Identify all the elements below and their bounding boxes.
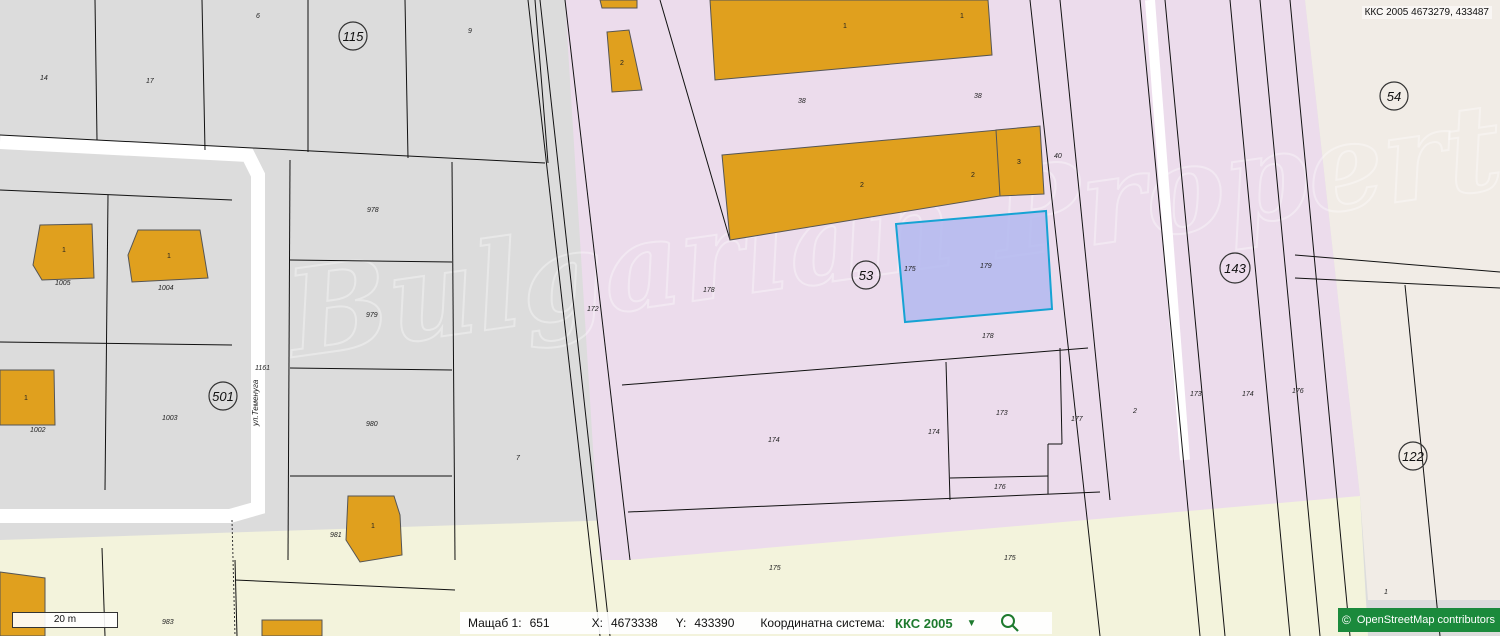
scale-bar-label: 20 m <box>53 614 77 625</box>
plot-label: 173 <box>996 410 1008 417</box>
x-value: 4673338 <box>610 616 658 630</box>
scale-bar: 20 m <box>12 612 118 628</box>
plot-label: 172 <box>587 306 599 313</box>
building-label: 1 <box>843 23 847 30</box>
scale-label: Мащаб 1: <box>468 616 522 630</box>
building-label: 1 <box>371 523 375 530</box>
y-label: Y: <box>675 616 687 630</box>
plot-label: 38 <box>798 98 806 105</box>
osm-attribution[interactable]: © OpenStreetMap contributors <box>1338 608 1500 632</box>
plot-label: 979 <box>366 312 378 319</box>
plot-label: 178 <box>703 287 715 294</box>
plot-label: 1161 <box>255 365 270 372</box>
building-label: 3 <box>1017 159 1021 166</box>
plot-label: 2 <box>1132 408 1137 415</box>
quarter-54-label: 54 <box>1387 89 1401 104</box>
building-label: 1 <box>24 395 28 402</box>
quarter-53-label: 53 <box>859 268 874 283</box>
plot-label: 1004 <box>158 285 174 292</box>
x-label: X: <box>591 616 603 630</box>
cadastral-map[interactable]: Bulgarian Properties 115 54 53 143 501 1… <box>0 0 1500 636</box>
quarter-143-label: 143 <box>1224 261 1246 276</box>
plot-label: 14 <box>40 75 48 82</box>
plot-label: 980 <box>366 421 378 428</box>
plot-label: 178 <box>982 333 994 340</box>
building-label: 1 <box>62 247 66 254</box>
quarter-122-label: 122 <box>1402 449 1424 464</box>
coordinate-system-label: Координатна система: <box>760 616 886 630</box>
scale-value: 651 <box>529 616 550 630</box>
status-bar: Мащаб 1: 651 X: 4673338 Y: 433390 Коорди… <box>460 612 1052 634</box>
triangle-down-icon[interactable]: ▼ <box>967 618 977 629</box>
building-label: 1 <box>960 13 964 20</box>
plot-label: 176 <box>994 484 1006 491</box>
plot-label: 174 <box>1242 391 1254 398</box>
attribution-text[interactable]: OpenStreetMap contributors <box>1357 614 1495 626</box>
magnifier-icon[interactable] <box>999 612 1021 634</box>
plot-label: 175 <box>904 266 916 273</box>
plot-label: 1003 <box>162 415 178 422</box>
plot-label: 175 <box>769 565 781 572</box>
plot-label: 175 <box>1004 555 1016 562</box>
plot-label: 9 <box>468 28 472 35</box>
building-label: 1 <box>167 253 171 260</box>
building-small-top <box>599 0 638 9</box>
plot-label: 174 <box>928 429 940 436</box>
plot-label: 17 <box>146 78 155 85</box>
building-label: 2 <box>971 172 975 179</box>
quarter-501-label: 501 <box>212 389 234 404</box>
quarter-115-label: 115 <box>343 29 364 44</box>
coordinate-system-select[interactable]: ККС 2005 <box>895 616 953 631</box>
building-label: 2 <box>620 60 624 67</box>
plot-label: 981 <box>330 532 342 539</box>
y-value: 433390 <box>694 616 735 630</box>
copyright-symbol: © <box>1342 613 1351 627</box>
building-bottom-mid <box>261 619 323 636</box>
building-label: 2 <box>860 182 864 189</box>
plot-label: 173 <box>1190 391 1202 398</box>
plot-label: 174 <box>768 437 780 444</box>
plot-label: 176 <box>1292 388 1304 395</box>
street-label: ул.Теменуга <box>251 379 260 427</box>
selected-parcel[interactable] <box>894 209 1054 324</box>
coordinate-readout: ККС 2005 4673279, 433487 <box>1361 6 1492 19</box>
plot-label: 983 <box>162 619 174 626</box>
plot-label: 6 <box>256 13 260 20</box>
plot-label: 1002 <box>30 427 46 434</box>
plot-label: 1 <box>1384 589 1388 596</box>
plot-label: 40 <box>1054 153 1062 160</box>
plot-label: 179 <box>980 263 992 270</box>
plot-label: 1005 <box>55 280 71 287</box>
plot-label: 38 <box>974 93 982 100</box>
plot-label: 177 <box>1071 416 1084 423</box>
plot-label: 978 <box>367 207 379 214</box>
